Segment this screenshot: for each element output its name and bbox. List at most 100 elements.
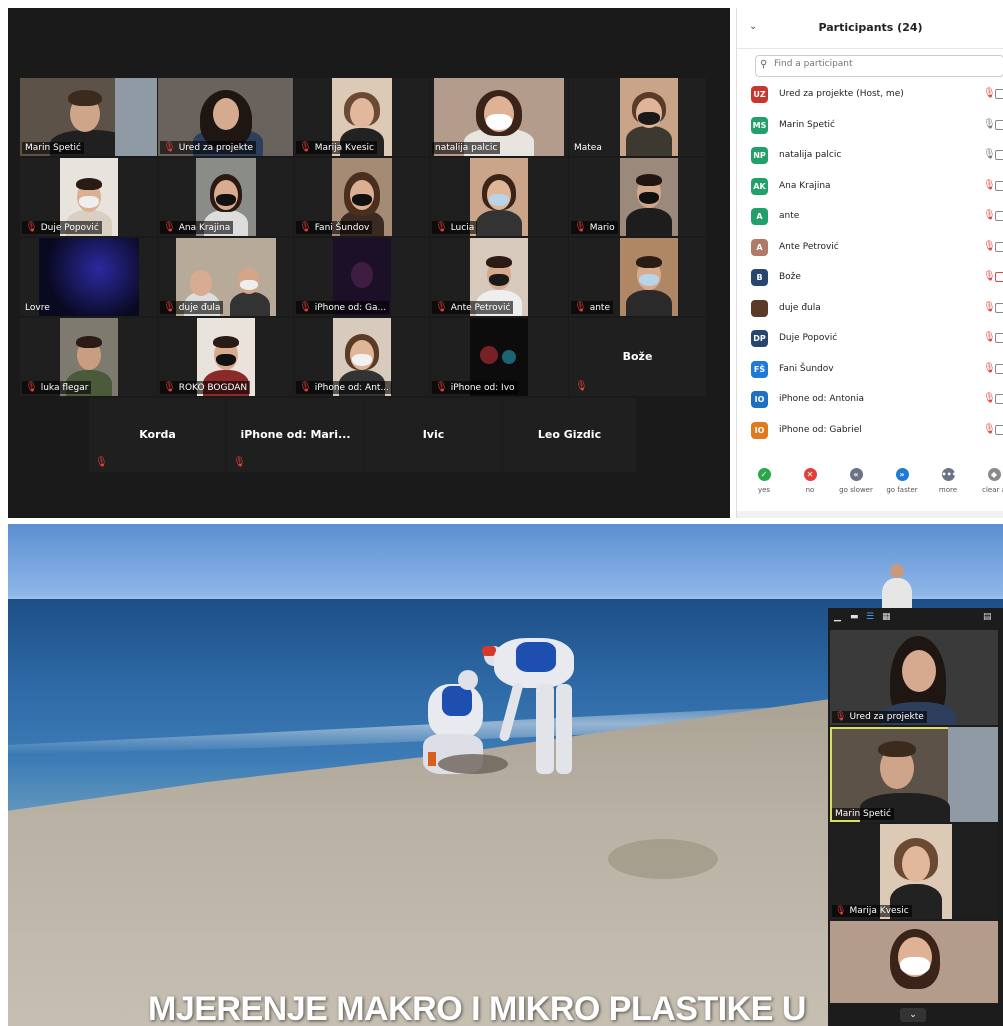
mic-icon[interactable]: 🎙 — [983, 302, 996, 313]
reaction-button[interactable]: » go faster — [877, 462, 927, 494]
reaction-button[interactable]: ✕ no — [785, 462, 835, 494]
mic-icon[interactable]: 🎙 — [983, 424, 996, 435]
video-tile[interactable]: 🎙 Marija Kvesic — [294, 78, 429, 156]
video-tile[interactable]: Korda 🎙 — [89, 398, 226, 472]
participant-name: Ana Krajina — [779, 180, 831, 191]
camera-icon[interactable] — [995, 150, 1003, 160]
reaction-button[interactable]: ✓ yes — [739, 462, 789, 494]
reaction-label: go faster — [886, 486, 918, 494]
mic-icon[interactable]: 🎙 — [983, 363, 996, 374]
video-tile[interactable]: 🎙 iPhone od: Ant... — [294, 318, 429, 396]
reaction-icon: ◆ — [987, 468, 1001, 481]
reaction-icon: ✓ — [757, 468, 771, 481]
video-tile[interactable]: 🎙 iPhone od: Ga... — [294, 238, 429, 316]
participant-name: Bože — [622, 349, 653, 363]
video-tile[interactable]: 🎙 ROKO BOGDAN — [158, 318, 293, 396]
video-tile[interactable]: 🎙 duje đula — [158, 238, 293, 316]
video-tile[interactable]: iPhone od: Mari... 🎙 — [227, 398, 364, 472]
camera-icon[interactable] — [995, 89, 1003, 99]
video-tile[interactable]: Leo Gizdic — [503, 398, 636, 472]
video-tile[interactable]: natalija palcic — [430, 78, 568, 156]
camera-icon[interactable] — [995, 180, 1003, 191]
participant-row[interactable]: NP natalija palcic 🎙 — [737, 141, 1003, 172]
participant-search[interactable]: ⚲ — [755, 55, 1003, 77]
sand-pit — [608, 839, 718, 879]
video-tile[interactable]: Ivic — [365, 398, 502, 472]
video-tile[interactable]: 🎙 Mario — [569, 158, 706, 236]
avatar: IO — [751, 391, 768, 408]
video-tile[interactable]: 🎙 Duje Popović — [20, 158, 157, 236]
participant-row[interactable]: Aante 🎙 — [737, 202, 1003, 233]
participant-row[interactable]: duje đula 🎙 — [737, 294, 1003, 325]
camera-icon[interactable] — [995, 119, 1003, 130]
camera-icon[interactable] — [995, 302, 1003, 313]
mic-icon[interactable]: 🎙 — [983, 119, 996, 130]
mic-icon[interactable]: 🎙 — [983, 271, 996, 282]
video-tile[interactable]: Matea — [569, 78, 706, 156]
avatar: A — [751, 208, 768, 225]
video-tile[interactable]: Bože 🎙 — [569, 318, 706, 396]
participant-row[interactable]: IO iPhone od: Antonia 🎙 — [737, 385, 1003, 416]
reaction-label: go slower — [839, 486, 873, 494]
minimize-icon[interactable]: ▁ — [834, 612, 841, 622]
participant-name: iPhone od: Antonia — [779, 394, 864, 404]
participant-row[interactable]: UZ Ured za projekte (Host, me) 🎙 — [737, 80, 1003, 111]
video-tile[interactable]: 🎙 Ante Petrović — [430, 238, 568, 316]
mic-icon[interactable]: 🎙 — [983, 149, 996, 160]
video-tile[interactable]: 🎙 luka flegar — [20, 318, 157, 396]
reaction-button[interactable]: ◆ clear a — [969, 462, 1003, 494]
participant-name: Leo Gizdic — [537, 427, 602, 441]
search-input[interactable] — [772, 58, 996, 70]
participant-row[interactable]: B Bože 🎙 — [737, 263, 1003, 294]
mic-icon[interactable]: 🎙 — [983, 332, 996, 343]
thumbnail-view-icon[interactable]: ▬ — [850, 612, 859, 622]
camera-icon[interactable] — [995, 363, 1003, 374]
camera-icon[interactable] — [995, 211, 1003, 221]
participant-row[interactable]: IO iPhone od: Gabriel 🎙 — [737, 416, 1003, 447]
reaction-label: more — [938, 486, 958, 494]
scroll-down-chevron-icon[interactable]: ⌄ — [900, 1008, 926, 1022]
participant-row[interactable]: FŠ Fani Šundov 🎙 — [737, 355, 1003, 386]
mic-icon[interactable]: 🎙 — [983, 210, 996, 221]
floating-video-window[interactable]: ▁ ▬ ☰ ▦ ▤ 🎙 Ured za projekte Marin Spetić — [828, 608, 1003, 1026]
fullscreen-icon[interactable]: ▤ — [983, 612, 992, 622]
participant-row[interactable]: AK Ana Krajina 🎙 — [737, 172, 1003, 203]
camera-icon[interactable] — [995, 424, 1003, 435]
panel-title: Participants (24) — [818, 21, 923, 34]
participant-row[interactable]: MS Marin Spetić 🎙 — [737, 111, 1003, 142]
participant-row[interactable]: A Ante Petrović 🎙 — [737, 233, 1003, 264]
mic-icon[interactable]: 🎙 — [983, 241, 996, 252]
video-thumbnail[interactable]: Marin Spetić — [830, 727, 998, 822]
video-thumbnail[interactable]: 🎙 Marija Kvesic — [830, 824, 998, 919]
speaker-view-icon[interactable]: ☰ — [866, 612, 874, 622]
mic-icon[interactable]: 🎙 — [983, 393, 996, 404]
gallery-view-icon[interactable]: ▦ — [882, 612, 891, 622]
video-tile[interactable]: Lovre — [20, 238, 157, 316]
camera-icon[interactable] — [995, 241, 1003, 252]
participant-name: natalija palcic — [779, 150, 842, 160]
participant-list: UZ Ured za projekte (Host, me) 🎙 MS Marin Sp… — [737, 80, 1003, 446]
mic-icon[interactable]: 🎙 — [983, 180, 996, 191]
panel-header: ⌄ Participants (24) — [737, 8, 1003, 49]
video-tile[interactable]: 🎙 Ana Krajina — [158, 158, 293, 236]
camera-icon[interactable] — [995, 333, 1003, 343]
participant-name: Fani Šundov — [779, 363, 834, 374]
camera-icon[interactable] — [995, 272, 1003, 282]
video-tile[interactable]: 🎙 Ured za projekte — [158, 78, 293, 156]
video-tile[interactable]: 🎙 Lucia — [430, 158, 568, 236]
shared-video: MJERENJE MAKRO I MIKRO PLASTIKE U ▁ ▬ ☰ … — [8, 524, 1003, 1026]
video-tile[interactable]: Marin Spetić — [20, 78, 157, 156]
video-thumbnail[interactable] — [830, 921, 998, 1003]
reaction-icon: ••• — [941, 468, 957, 481]
reaction-button[interactable]: « go slower — [831, 462, 881, 494]
mic-icon[interactable]: 🎙 — [983, 88, 996, 99]
reaction-button[interactable]: ••• more — [923, 462, 973, 494]
video-tile[interactable]: 🎙 iPhone od: Ivo — [430, 318, 568, 396]
reaction-label: yes — [757, 486, 771, 494]
participant-row[interactable]: DP Duje Popović 🎙 — [737, 324, 1003, 355]
video-tile[interactable]: 🎙 ante — [569, 238, 706, 316]
camera-icon[interactable] — [995, 394, 1003, 404]
video-tile[interactable]: 🎙 Fani Šundov — [294, 158, 429, 236]
video-thumbnail[interactable]: 🎙 Ured za projekte — [830, 630, 998, 725]
participant-name: iPhone od: Gabriel — [779, 424, 862, 435]
